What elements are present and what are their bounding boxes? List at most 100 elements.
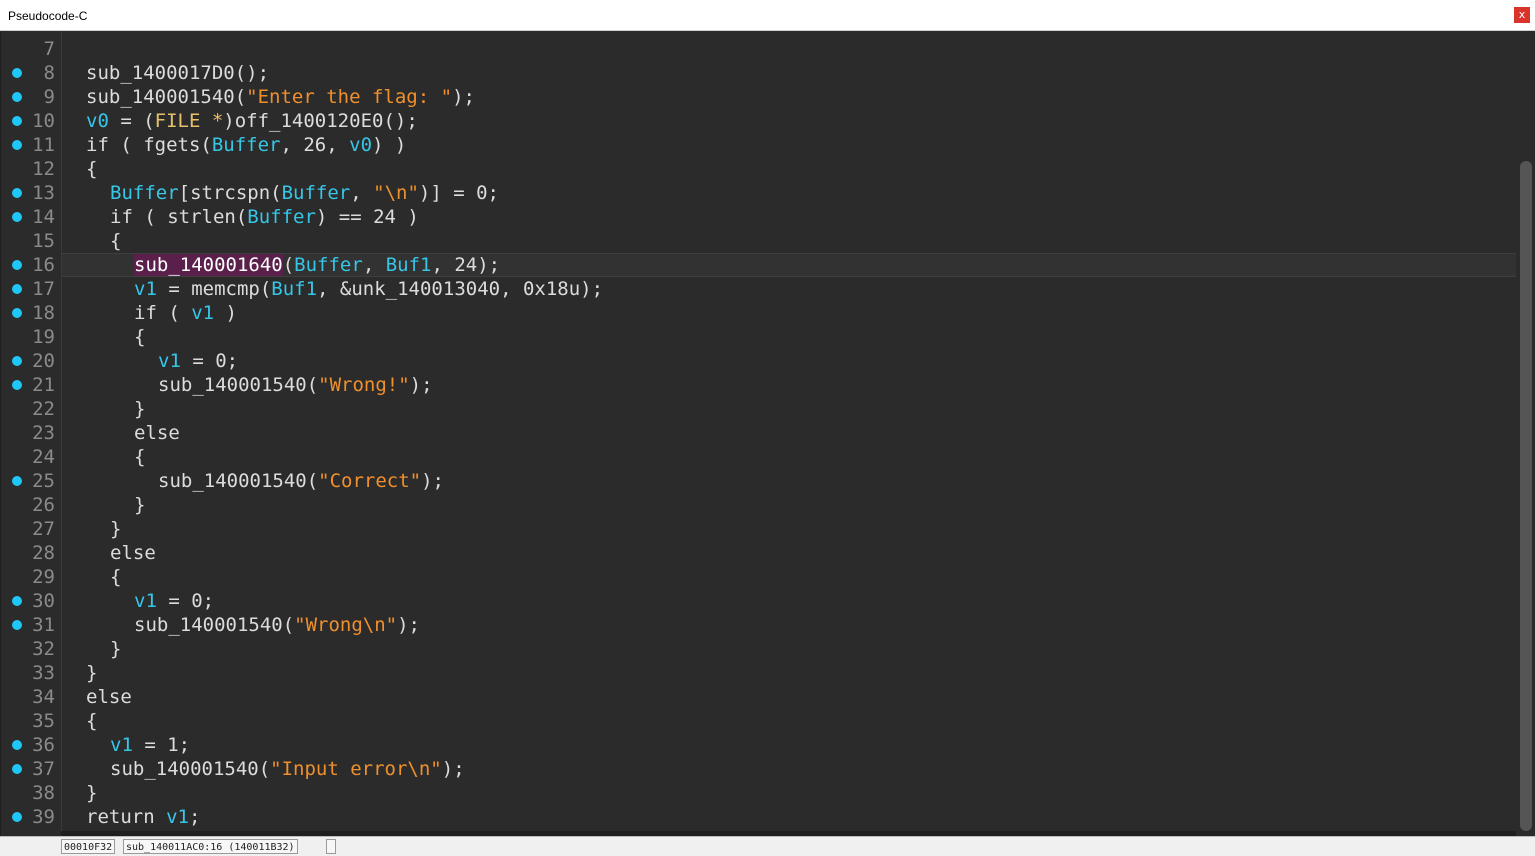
code-line-25[interactable]: sub_140001540("Correct");: [62, 469, 444, 493]
function-call[interactable]: sub_140001540(: [134, 614, 294, 636]
variable[interactable]: v1: [134, 278, 157, 300]
gutter-line[interactable]: 25: [1, 469, 61, 493]
variable[interactable]: Buffer: [247, 206, 316, 228]
breakpoint-dot-icon[interactable]: [12, 212, 22, 222]
gutter-line[interactable]: 29: [1, 565, 61, 589]
breakpoint-dot-icon[interactable]: [12, 620, 22, 630]
function-call[interactable]: [strcspn(: [179, 182, 282, 204]
breakpoint-dot-icon[interactable]: [12, 260, 22, 270]
code-line-38[interactable]: }: [62, 781, 97, 805]
function-call[interactable]: sub_140001540(: [158, 470, 318, 492]
variable[interactable]: Buffer: [282, 182, 351, 204]
gutter-line[interactable]: 8: [1, 61, 61, 85]
code-line-35[interactable]: {: [62, 709, 97, 733]
code-line-33[interactable]: }: [62, 661, 97, 685]
code-line-39[interactable]: return v1;: [62, 805, 200, 829]
breakpoint-dot-icon[interactable]: [12, 812, 22, 822]
code-line-36[interactable]: v1 = 1;: [62, 733, 190, 757]
code-line-9[interactable]: sub_140001540("Enter the flag: ");: [62, 85, 475, 109]
code-line-34[interactable]: else: [62, 685, 132, 709]
breakpoint-dot-icon[interactable]: [12, 116, 22, 126]
variable[interactable]: Buf1: [271, 278, 317, 300]
breakpoint-dot-icon[interactable]: [12, 740, 22, 750]
breakpoint-dot-icon[interactable]: [12, 308, 22, 318]
variable[interactable]: Buffer: [212, 134, 281, 156]
breakpoint-dot-icon[interactable]: [12, 764, 22, 774]
breakpoint-dot-icon[interactable]: [12, 284, 22, 294]
code-line-37[interactable]: sub_140001540("Input error\n");: [62, 757, 465, 781]
gutter-line[interactable]: 13: [1, 181, 61, 205]
gutter-line[interactable]: 36: [1, 733, 61, 757]
gutter-line[interactable]: 18: [1, 301, 61, 325]
variable[interactable]: Buffer: [110, 182, 179, 204]
variable[interactable]: v1: [134, 590, 157, 612]
code-line-22[interactable]: }: [62, 397, 145, 421]
gutter-line[interactable]: 33: [1, 661, 61, 685]
code-line-23[interactable]: else: [62, 421, 180, 445]
code-line-30[interactable]: v1 = 0;: [62, 589, 214, 613]
gutter-line[interactable]: 14: [1, 205, 61, 229]
code-line-29[interactable]: {: [62, 565, 121, 589]
variable[interactable]: v1: [158, 350, 181, 372]
function-call[interactable]: sub_1400017D0();: [86, 62, 269, 84]
code-line-14[interactable]: if ( strlen(Buffer) == 24 ): [62, 205, 419, 229]
gutter-line[interactable]: 35: [1, 709, 61, 733]
variable[interactable]: v0: [349, 134, 372, 156]
breakpoint-dot-icon[interactable]: [12, 356, 22, 366]
code-line-16[interactable]: sub_140001640(Buffer, Buf1, 24);: [62, 253, 500, 277]
code-line-15[interactable]: {: [62, 229, 121, 253]
code-line-21[interactable]: sub_140001540("Wrong!");: [62, 373, 433, 397]
breakpoint-dot-icon[interactable]: [12, 380, 22, 390]
function-call[interactable]: = memcmp(: [157, 278, 271, 300]
breakpoint-dot-icon[interactable]: [12, 596, 22, 606]
gutter-line[interactable]: 20: [1, 349, 61, 373]
gutter-line[interactable]: 21: [1, 373, 61, 397]
breakpoint-dot-icon[interactable]: [12, 476, 22, 486]
code-line-32[interactable]: }: [62, 637, 121, 661]
gutter-line[interactable]: 30: [1, 589, 61, 613]
code-line-13[interactable]: Buffer[strcspn(Buffer, "\n")] = 0;: [62, 181, 499, 205]
code-line-20[interactable]: v1 = 0;: [62, 349, 238, 373]
code-line-10[interactable]: v0 = (FILE *)off_1400120E0();: [62, 109, 418, 133]
gutter-line[interactable]: 12: [1, 157, 61, 181]
function-call[interactable]: sub_140001540(: [110, 758, 270, 780]
code-line-26[interactable]: }: [62, 493, 145, 517]
gutter-line[interactable]: 17: [1, 277, 61, 301]
scrollbar-thumb[interactable]: [1520, 161, 1532, 831]
code-line-18[interactable]: if ( v1 ): [62, 301, 237, 325]
function-call[interactable]: )off_1400120E0();: [223, 110, 417, 132]
gutter-line[interactable]: 37: [1, 757, 61, 781]
function-call[interactable]: sub_140001540(: [86, 86, 246, 108]
code-line-27[interactable]: }: [62, 517, 121, 541]
gutter-line[interactable]: 16: [1, 253, 61, 277]
gutter-line[interactable]: 38: [1, 781, 61, 805]
gutter-line[interactable]: 23: [1, 421, 61, 445]
gutter-line[interactable]: 24: [1, 445, 61, 469]
code-line-11[interactable]: if ( fgets(Buffer, 26, v0) ): [62, 133, 406, 157]
gutter-line[interactable]: 32: [1, 637, 61, 661]
close-icon[interactable]: x: [1514, 7, 1530, 23]
code-line-19[interactable]: {: [62, 325, 145, 349]
gutter-line[interactable]: 7: [1, 37, 61, 61]
gutter-line[interactable]: 26: [1, 493, 61, 517]
variable[interactable]: v1: [110, 734, 133, 756]
variable[interactable]: v0: [86, 110, 109, 132]
variable[interactable]: v1: [166, 806, 189, 828]
gutter-line[interactable]: 27: [1, 517, 61, 541]
gutter-line[interactable]: 28: [1, 541, 61, 565]
gutter-line[interactable]: 22: [1, 397, 61, 421]
code-area[interactable]: sub_1400017D0(); sub_140001540("Enter th…: [62, 31, 1516, 836]
breakpoint-dot-icon[interactable]: [12, 188, 22, 198]
vertical-scrollbar[interactable]: [1516, 31, 1535, 836]
variable[interactable]: Buf1: [386, 254, 432, 276]
pseudocode-editor[interactable]: 7 8 9 10 11 12 13 14 15 16 17 18 19 20 21 22 23 24 25 26 27 2…: [0, 31, 1535, 836]
code-line-24[interactable]: {: [62, 445, 145, 469]
code-line-31[interactable]: sub_140001540("Wrong\n");: [62, 613, 420, 637]
gutter-line[interactable]: 39: [1, 805, 61, 829]
breakpoint-dot-icon[interactable]: [12, 92, 22, 102]
code-line-28[interactable]: else: [62, 541, 156, 565]
gutter-line[interactable]: 34: [1, 685, 61, 709]
gutter-line[interactable]: 10: [1, 109, 61, 133]
code-line-12[interactable]: {: [62, 157, 97, 181]
gutter-line[interactable]: 15: [1, 229, 61, 253]
